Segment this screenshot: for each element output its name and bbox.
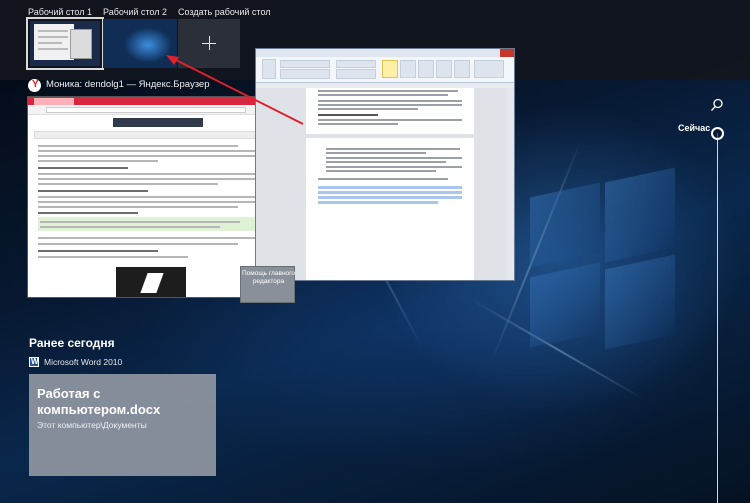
text-line [38, 201, 276, 203]
text-line [40, 221, 240, 223]
new-desktop-label: Создать рабочий стол [178, 7, 271, 17]
text-heading [38, 212, 138, 214]
mini-line [38, 30, 68, 32]
list-line [326, 166, 462, 168]
list-line [326, 170, 436, 172]
font-box [280, 60, 330, 68]
mini-window [34, 24, 74, 60]
desktop-1-thumbnail[interactable] [26, 17, 104, 70]
style-item [436, 60, 452, 78]
mini-line [38, 48, 68, 50]
style-normal [382, 60, 398, 78]
document-page [306, 88, 474, 134]
browser-tab [34, 98, 74, 105]
list-line [326, 161, 446, 163]
selected-text [318, 191, 462, 194]
text-line [38, 173, 278, 175]
activity-card[interactable]: Работая с компьютером.docx Этот компьюте… [29, 374, 216, 476]
word-window-preview[interactable] [255, 48, 515, 281]
activity-document-title: Работая с компьютером.docx [37, 386, 161, 417]
document-page [306, 138, 474, 280]
desktop-2-label: Рабочий стол 2 [103, 7, 168, 17]
list-line [326, 148, 460, 150]
list-line [326, 152, 426, 154]
text-heading [38, 250, 158, 252]
timeline-handle[interactable] [711, 127, 724, 140]
selected-text [318, 196, 462, 199]
text-line [38, 243, 238, 245]
close-icon [500, 49, 514, 57]
browser-window-title: Моника: dendolg1 — Яндекс.Браузер [46, 79, 210, 90]
text-line [318, 100, 462, 102]
text-line [318, 123, 398, 125]
style-item [418, 60, 434, 78]
mini-window [70, 29, 92, 59]
text-line [318, 104, 462, 106]
code-block [38, 217, 278, 231]
style-item [454, 60, 470, 78]
text-line [38, 178, 274, 180]
mini-line [38, 36, 68, 38]
help-editor-label: Помощь главного редактора [241, 270, 296, 285]
new-desktop-button[interactable] [178, 19, 240, 68]
format-buttons [280, 69, 330, 79]
paste-icon [262, 59, 276, 79]
mini-line [38, 42, 62, 44]
style-item [400, 60, 416, 78]
word-scrollbar [507, 88, 514, 280]
desktop-1-preview [30, 21, 100, 66]
text-heading [38, 167, 128, 169]
editor-toolbar [34, 131, 284, 139]
word-title-bar [256, 49, 514, 57]
paragraph-buttons [336, 69, 376, 79]
text-line [38, 206, 238, 208]
plus-icon [209, 36, 210, 50]
search-icon[interactable] [710, 98, 724, 112]
paragraph-buttons [336, 60, 376, 68]
text-line [40, 226, 220, 228]
activity-app-name: Microsoft Word 2010 [44, 357, 123, 367]
help-editor-button[interactable]: Помощь главного редактора [240, 266, 295, 303]
list-line [326, 157, 462, 159]
timeline-now-label: Сейчас [678, 123, 711, 133]
text-heading [318, 114, 378, 116]
activity-document-path: Этот компьютер\Документы [37, 420, 147, 430]
browser-tab-bar [28, 97, 291, 105]
timeline-scrollbar-track[interactable] [717, 133, 718, 503]
text-heading [38, 190, 148, 192]
timeline-section-title: Ранее сегодня [29, 336, 115, 350]
desktop-2-preview [103, 19, 177, 68]
text-line [38, 237, 268, 239]
editor-header [113, 118, 203, 127]
text-line [38, 150, 273, 152]
browser-address-bar [28, 105, 291, 115]
text-line [38, 155, 268, 157]
desktop-1-label: Рабочий стол 1 [28, 7, 93, 17]
text-line [38, 160, 158, 162]
address-field [46, 107, 246, 113]
text-line [38, 196, 278, 198]
editing-group [474, 60, 504, 78]
selected-text [318, 186, 462, 189]
desktop-2-thumbnail[interactable] [103, 19, 177, 68]
yandex-browser-icon: Y [28, 79, 41, 92]
word-icon: W [29, 357, 39, 367]
text-line [38, 256, 188, 258]
text-line [38, 183, 218, 185]
text-line [318, 94, 448, 96]
text-line [318, 108, 418, 110]
text-line [318, 119, 462, 121]
text-line [38, 145, 238, 147]
selected-text [318, 201, 438, 204]
text-line [318, 178, 448, 180]
word-ribbon [256, 57, 514, 83]
text-line [318, 90, 458, 92]
